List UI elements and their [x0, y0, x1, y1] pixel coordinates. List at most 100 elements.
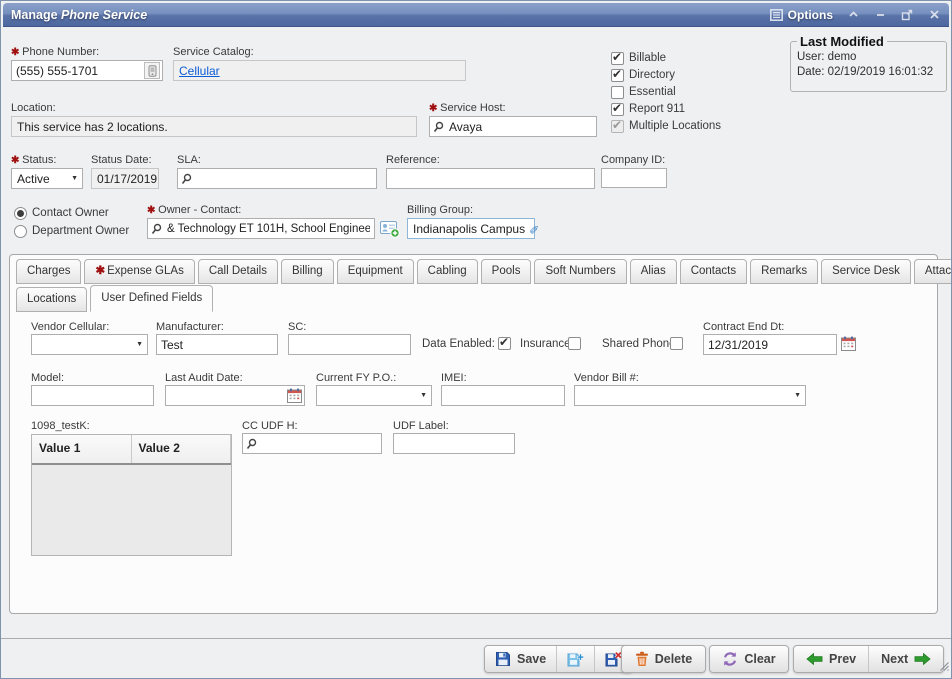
vendor-bill-label: Vendor Bill #: [574, 372, 639, 384]
collapse-button[interactable] [846, 8, 860, 22]
tab-locations[interactable]: Locations [16, 287, 87, 312]
location-field: This service has 2 locations. [11, 116, 417, 137]
cc-udf-h-label: CC UDF H: [242, 420, 298, 432]
imei-input[interactable] [442, 386, 564, 405]
next-button[interactable]: Next [869, 646, 943, 672]
udf-label-input[interactable] [394, 434, 514, 453]
prev-button[interactable]: Prev [794, 646, 869, 672]
close-icon [929, 9, 940, 20]
last-audit-date-input[interactable] [166, 386, 304, 405]
udf-table-col-value2[interactable]: Value 2 [132, 435, 232, 463]
reference-input[interactable] [387, 169, 594, 188]
service-catalog-label: Service Catalog: [173, 46, 254, 58]
tab-call-details[interactable]: Call Details [198, 259, 278, 284]
clear-button[interactable]: Clear [709, 645, 789, 673]
sc-input[interactable] [289, 335, 410, 354]
tab-equipment[interactable]: Equipment [337, 259, 414, 284]
multiple-locations-label: Multiple Locations [629, 120, 721, 132]
cc-udf-h-input[interactable] [243, 434, 381, 453]
udf-table-col-value1[interactable]: Value 1 [32, 435, 132, 463]
tab-expense-glas[interactable]: Expense GLAs [84, 259, 194, 284]
sc-label: SC: [288, 321, 306, 333]
dropdown-caret-icon: ▼ [71, 175, 78, 182]
department-owner-radio[interactable] [14, 225, 27, 238]
udf-table-header: Value 1 Value 2 [32, 435, 231, 465]
service-host-input[interactable] [430, 117, 596, 136]
billing-group-label: Billing Group: [407, 204, 473, 216]
sla-input[interactable] [178, 169, 376, 188]
save-close-icon [605, 651, 622, 667]
tab-remarks[interactable]: Remarks [750, 259, 818, 284]
service-catalog-link[interactable]: Cellular [179, 64, 220, 78]
data-enabled-checkbox[interactable] [498, 337, 511, 350]
phone-number-input[interactable] [12, 61, 162, 80]
close-button[interactable] [927, 8, 941, 22]
vendor-cellular-select[interactable]: ▼ [31, 334, 148, 355]
dropdown-caret-icon: ▼ [420, 392, 427, 399]
billing-group-field[interactable]: Indianapolis Campus ✎ [407, 218, 535, 239]
insurance-label: Insurance: [520, 338, 574, 350]
company-id-input[interactable] [602, 169, 666, 187]
manufacturer-input[interactable] [157, 335, 277, 354]
sla-label: SLA: [177, 154, 201, 166]
udf-table: Value 1 Value 2 [31, 434, 232, 556]
tab-alias[interactable]: Alias [630, 259, 677, 284]
last-modified-date: Date: 02/19/2019 16:01:32 [797, 65, 940, 80]
tab-cabling[interactable]: Cabling [417, 259, 478, 284]
owner-contact-input[interactable] [148, 219, 374, 238]
save-label: Save [517, 652, 546, 666]
contract-end-dt-input[interactable] [704, 335, 836, 354]
prev-label: Prev [829, 652, 856, 666]
last-modified-title: Last Modified [797, 34, 887, 49]
billable-checkbox[interactable] [611, 52, 624, 65]
chevron-up-icon [848, 9, 859, 20]
minimize-button[interactable] [873, 8, 887, 22]
save-and-new-button[interactable] [557, 646, 595, 672]
tab-pools[interactable]: Pools [481, 259, 532, 284]
options-button[interactable]: Options [770, 8, 833, 22]
popout-button[interactable] [900, 8, 914, 22]
delete-button[interactable]: Delete [621, 645, 706, 673]
vendor-bill-select[interactable]: ▼ [574, 385, 806, 406]
udf-table-label: 1098_testK: [31, 420, 90, 432]
tab-service-desk[interactable]: Service Desk [821, 259, 911, 284]
status-date-value: 01/17/2019 [97, 172, 157, 186]
resize-grip[interactable] [938, 658, 949, 676]
last-audit-date-calendar-button[interactable] [286, 387, 303, 404]
view-contact-button[interactable] [380, 219, 400, 238]
current-fy-po-label: Current FY P.O.: [316, 372, 396, 384]
edit-pencil-icon: ✎ [529, 223, 539, 235]
tab-user-defined-fields[interactable]: User Defined Fields [90, 285, 213, 312]
essential-checkbox[interactable] [611, 86, 624, 99]
save-button[interactable]: Save [485, 646, 557, 672]
contract-end-dt-calendar-button[interactable] [840, 335, 856, 351]
imei-label: IMEI: [441, 372, 467, 384]
shared-phone-checkbox[interactable] [670, 337, 683, 350]
location-label: Location: [11, 102, 56, 114]
tab-contacts[interactable]: Contacts [680, 259, 747, 284]
model-label: Model: [31, 372, 64, 384]
service-host-label: Service Host: [429, 102, 506, 114]
phone-icon[interactable] [144, 62, 160, 79]
current-fy-po-select[interactable]: ▼ [316, 385, 432, 406]
owner-contact-label: Owner - Contact: [147, 204, 241, 216]
tab-billing[interactable]: Billing [281, 259, 334, 284]
model-input[interactable] [32, 386, 153, 405]
reference-field [386, 168, 595, 189]
status-date-label: Status Date: [91, 154, 152, 166]
contact-owner-radio[interactable] [14, 207, 27, 220]
report-911-checkbox[interactable] [611, 103, 624, 116]
service-catalog-field: Cellular [173, 60, 466, 81]
title-bar[interactable]: Manage Phone Service Options [3, 3, 949, 27]
billable-label: Billable [629, 52, 666, 64]
tab-soft-numbers[interactable]: Soft Numbers [534, 259, 626, 284]
tab-attachments[interactable]: Attachments [914, 259, 952, 284]
directory-checkbox[interactable] [611, 69, 624, 82]
tab-charges[interactable]: Charges [16, 259, 81, 284]
status-select[interactable]: Active ▼ [11, 168, 83, 189]
tab-row-2: LocationsUser Defined Fields [16, 285, 216, 312]
report-911-label: Report 911 [629, 103, 685, 115]
department-owner-label: Department Owner [32, 225, 129, 237]
insurance-checkbox[interactable] [568, 337, 581, 350]
handset-icon [148, 65, 157, 77]
